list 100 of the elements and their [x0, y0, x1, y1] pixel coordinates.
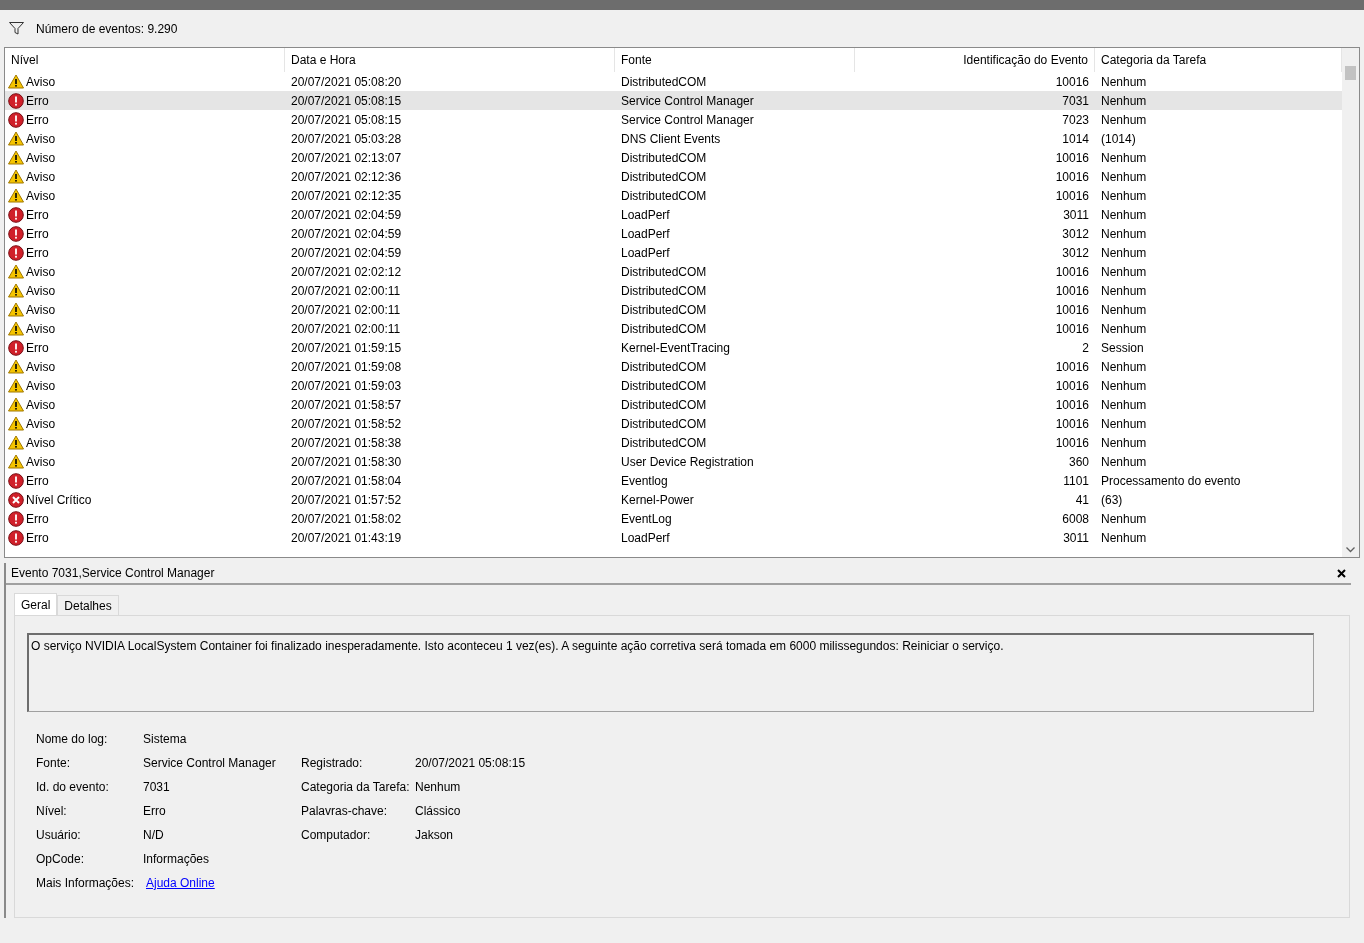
event-row[interactable]: Erro 20/07/2021 05:08:15 Service Control Manager 7023 Nenhum — [5, 110, 1342, 129]
description-text: O serviço NVIDIA LocalSystem Container foi finalizado inesperadamente. Isto aconteceu 1 vez(es). A seguinte ação corretiva será tomada em 6000 milissegundos: Reiniciar o serviço. — [31, 639, 1004, 653]
table-cell-text: 3012 — [1062, 225, 1089, 243]
event-row[interactable]: Aviso 20/07/2021 02:12:35 DistributedCOM 10016 Nenhum — [5, 186, 1342, 205]
column-header[interactable]: Nível — [5, 48, 285, 72]
table-cell-text: Nível Crítico — [26, 491, 92, 509]
table-cell-text: Erro — [26, 244, 49, 262]
field-value: Clássico — [415, 803, 461, 820]
table-cell: DistributedCOM — [621, 283, 707, 298]
table-cell-text: Aviso — [26, 301, 56, 319]
table-cell: Nenhum — [1101, 416, 1147, 431]
table-cell-text: Erro — [26, 510, 49, 528]
table-cell-text: 10016 — [1055, 282, 1089, 300]
event-row[interactable]: Erro 20/07/2021 01:58:02 EventLog 6008 Nenhum — [5, 509, 1342, 528]
table-cell: Nenhum — [1101, 74, 1147, 89]
table-cell-text: 1014 — [1062, 130, 1089, 148]
event-row[interactable]: Erro 20/07/2021 01:59:15 Kernel-EventTracing 2 Session — [5, 338, 1342, 357]
event-row[interactable]: Erro 20/07/2021 02:04:59 LoadPerf 3012 Nenhum — [5, 224, 1342, 243]
scroll-thumb[interactable] — [1345, 66, 1356, 80]
table-cell: DistributedCOM — [621, 169, 707, 184]
field-value: Jakson — [415, 827, 454, 844]
warning-icon — [8, 169, 24, 184]
error-icon — [8, 510, 24, 527]
table-cell-text: Erro — [26, 206, 49, 224]
table-cell-text: 10016 — [1055, 396, 1089, 414]
event-row[interactable]: Erro 20/07/2021 01:58:04 Eventlog 1101 Processamento do evento — [5, 471, 1342, 490]
event-row[interactable]: Erro 20/07/2021 02:04:59 LoadPerf 3011 Nenhum — [5, 205, 1342, 224]
event-row[interactable]: Erro 20/07/2021 01:43:19 LoadPerf 3011 Nenhum — [5, 528, 1342, 547]
table-cell: DistributedCOM — [621, 188, 707, 203]
table-cell: 20/07/2021 01:59:03 — [291, 378, 402, 393]
field-label: Nível: — [36, 803, 68, 820]
tab[interactable]: Geral — [14, 593, 58, 615]
table-cell: Kernel-EventTracing — [621, 340, 730, 355]
scroll-down-icon[interactable] — [1346, 547, 1355, 553]
table-cell-text: Erro — [26, 529, 49, 547]
table-cell: Nenhum — [1101, 397, 1147, 412]
warning-icon — [8, 131, 24, 146]
column-header[interactable]: Data e Hora — [285, 48, 615, 72]
table-cell: Kernel-Power — [621, 492, 694, 507]
event-row[interactable]: Aviso 20/07/2021 01:58:30 User Device Registration 360 Nenhum — [5, 452, 1342, 471]
filter-icon[interactable] — [9, 22, 24, 35]
table-cell-text: Erro — [26, 472, 49, 490]
table-cell: DistributedCOM — [621, 302, 707, 317]
field-value: Nenhum — [415, 779, 461, 796]
field-label: Nome do log: — [36, 731, 109, 748]
table-cell-text: 2 — [1082, 339, 1089, 357]
table-cell-text: Aviso — [26, 187, 56, 205]
event-row[interactable]: Aviso 20/07/2021 02:00:11 DistributedCOM 10016 Nenhum — [5, 300, 1342, 319]
table-cell-text: Aviso — [26, 434, 56, 452]
table-cell: 20/07/2021 02:04:59 — [291, 245, 402, 260]
table-cell: 20/07/2021 01:58:04 — [291, 473, 402, 488]
table-cell: Processamento do evento — [1101, 473, 1241, 488]
field-value: Sistema — [143, 731, 187, 748]
table-cell-text: 3011 — [1063, 206, 1089, 224]
error-icon — [8, 529, 24, 546]
event-row[interactable]: Aviso 20/07/2021 02:13:07 DistributedCOM 10016 Nenhum — [5, 148, 1342, 167]
warning-icon — [8, 302, 24, 317]
scrollbar[interactable] — [1342, 48, 1359, 557]
table-cell-text: 10016 — [1055, 263, 1089, 281]
event-row[interactable]: Aviso 20/07/2021 02:02:12 DistributedCOM 10016 Nenhum — [5, 262, 1342, 281]
table-cell-text: Aviso — [26, 168, 56, 186]
event-row[interactable]: Aviso 20/07/2021 05:08:20 DistributedCOM 10016 Nenhum — [5, 72, 1342, 91]
table-cell: LoadPerf — [621, 245, 670, 260]
event-row[interactable]: Aviso 20/07/2021 01:58:38 DistributedCOM 10016 Nenhum — [5, 433, 1342, 452]
table-cell: 20/07/2021 02:00:11 — [291, 321, 401, 336]
table-cell: 20/07/2021 05:08:15 — [291, 112, 402, 127]
table-cell-text: 10016 — [1055, 415, 1089, 433]
event-row[interactable]: Aviso 20/07/2021 01:59:03 DistributedCOM 10016 Nenhum — [5, 376, 1342, 395]
event-row[interactable]: Aviso 20/07/2021 02:00:11 DistributedCOM 10016 Nenhum — [5, 281, 1342, 300]
event-row[interactable]: Erro 20/07/2021 02:04:59 LoadPerf 3012 Nenhum — [5, 243, 1342, 262]
table-cell-text: 10016 — [1055, 187, 1089, 205]
column-header[interactable]: Identificação do Evento — [855, 48, 1095, 72]
table-cell: Nenhum — [1101, 245, 1147, 260]
event-row[interactable]: Erro 20/07/2021 05:08:15 Service Control Manager 7031 Nenhum — [5, 91, 1342, 110]
error-icon — [8, 225, 24, 242]
detail-title: Evento 7031,Service Control Manager — [11, 565, 215, 582]
table-cell: Nenhum — [1101, 530, 1147, 545]
field-value: Service Control Manager — [143, 755, 276, 772]
field-label: Usuário: — [36, 827, 82, 844]
field-value: 7031 — [143, 779, 170, 796]
event-row[interactable]: Aviso 20/07/2021 01:58:52 DistributedCOM 10016 Nenhum — [5, 414, 1342, 433]
field-label: Computador: — [301, 827, 372, 844]
event-row[interactable]: Nível Crítico 20/07/2021 01:57:52 Kernel-Power 41 (63) — [5, 490, 1342, 509]
event-row[interactable]: Aviso 20/07/2021 01:59:08 DistributedCOM 10016 Nenhum — [5, 357, 1342, 376]
table-cell-text: Aviso — [26, 415, 56, 433]
table-cell: Nenhum — [1101, 435, 1147, 450]
tab[interactable]: Detalhes — [57, 595, 119, 615]
close-icon[interactable] — [1337, 568, 1346, 578]
warning-icon — [8, 359, 24, 374]
event-row[interactable]: Aviso 20/07/2021 01:58:57 DistributedCOM 10016 Nenhum — [5, 395, 1342, 414]
field-label: Fonte: — [36, 755, 72, 772]
table-cell: (63) — [1101, 492, 1123, 507]
table-cell: DistributedCOM — [621, 435, 707, 450]
column-header[interactable]: Fonte — [615, 48, 855, 72]
online-help-link[interactable]: Ajuda Online — [146, 874, 215, 892]
event-row[interactable]: Aviso 20/07/2021 02:12:36 DistributedCOM 10016 Nenhum — [5, 167, 1342, 186]
table-cell-text: 10016 — [1055, 377, 1089, 395]
event-row[interactable]: Aviso 20/07/2021 05:03:28 DNS Client Events 1014 (1014) — [5, 129, 1342, 148]
table-cell-text: Aviso — [26, 73, 56, 91]
event-row[interactable]: Aviso 20/07/2021 02:00:11 DistributedCOM 10016 Nenhum — [5, 319, 1342, 338]
